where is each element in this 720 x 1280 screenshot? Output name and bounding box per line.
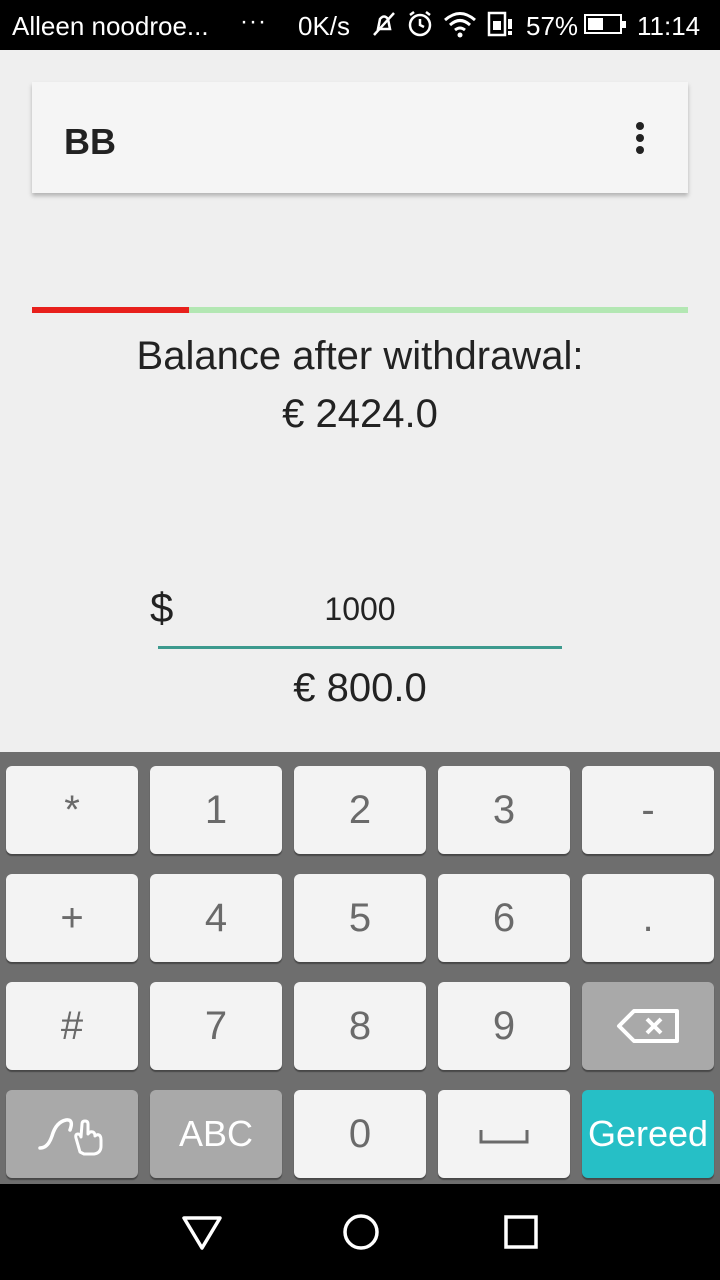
amount-input-underline — [158, 646, 562, 649]
balance-value: € 2424.0 — [282, 392, 438, 436]
battery-percent: 57% — [526, 11, 579, 41]
sim-card-icon — [487, 11, 512, 37]
key-8[interactable]: 8 — [294, 982, 426, 1070]
space-icon — [479, 1130, 529, 1144]
alarm-icon — [408, 11, 432, 37]
backspace-key[interactable] — [582, 982, 714, 1070]
key-period[interactable]: . — [582, 874, 714, 962]
numeric-keyboard: * 1 2 3 - + 4 5 6 . # 7 8 9 ABC 0 Gereed — [0, 752, 720, 1184]
app-bar: BB — [32, 82, 688, 193]
amount-input[interactable] — [158, 586, 562, 632]
key-3[interactable]: 3 — [438, 766, 570, 854]
swipe-hand-icon — [38, 1118, 103, 1156]
key-asterisk[interactable]: * — [6, 766, 138, 854]
key-1[interactable]: 1 — [150, 766, 282, 854]
clock: 11:14 — [637, 11, 701, 41]
back-icon[interactable] — [180, 1212, 224, 1252]
carrier-text: Alleen noodroe... — [12, 11, 209, 41]
home-icon[interactable] — [341, 1212, 381, 1252]
network-speed: 0K/s — [298, 11, 351, 41]
key-6[interactable]: 6 — [438, 874, 570, 962]
overflow-menu-icon[interactable] — [628, 120, 652, 156]
key-5[interactable]: 5 — [294, 874, 426, 962]
key-hash[interactable]: # — [6, 982, 138, 1070]
key-2[interactable]: 2 — [294, 766, 426, 854]
status-bar: Alleen noodroe... ··· 0K/s 57% 11:14 — [0, 0, 720, 50]
navigation-bar — [0, 1184, 720, 1280]
swipe-input-key[interactable] — [6, 1090, 138, 1178]
notifications-muted-icon — [373, 12, 395, 36]
balance-label: Balance after withdrawal: — [136, 334, 584, 378]
recent-apps-icon[interactable] — [502, 1212, 540, 1252]
balance-progress-bar — [32, 307, 688, 313]
converted-amount: € 800.0 — [293, 666, 427, 710]
key-0[interactable]: 0 — [294, 1090, 426, 1178]
battery-icon — [584, 14, 626, 34]
wifi-icon — [444, 12, 476, 38]
key-7[interactable]: 7 — [150, 982, 282, 1070]
progress-fill — [32, 307, 190, 313]
backspace-icon — [617, 1009, 679, 1043]
abc-key[interactable]: ABC — [150, 1090, 282, 1178]
done-button[interactable]: Gereed — [582, 1090, 714, 1178]
key-4[interactable]: 4 — [150, 874, 282, 962]
space-key[interactable] — [438, 1090, 570, 1178]
key-plus[interactable]: + — [6, 874, 138, 962]
more-notifications-icon: ··· — [240, 8, 267, 35]
app-title: BB — [64, 121, 116, 162]
key-minus[interactable]: - — [582, 766, 714, 854]
key-9[interactable]: 9 — [438, 982, 570, 1070]
